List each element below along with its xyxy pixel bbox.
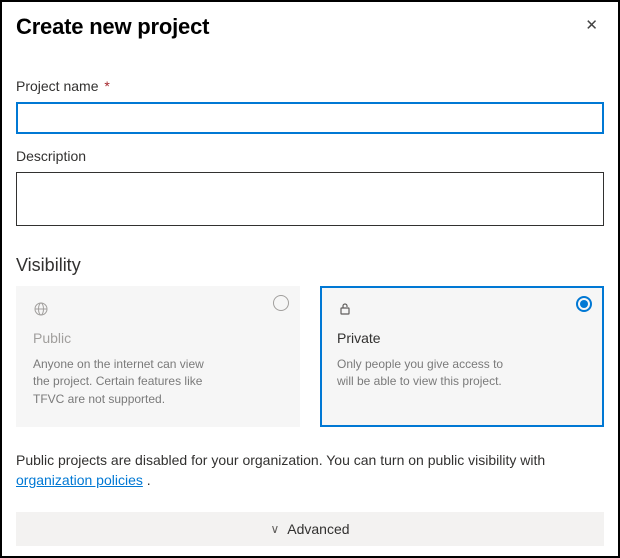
- radio-checked-icon: [576, 296, 592, 312]
- visibility-option-private[interactable]: Private Only people you give access to w…: [320, 286, 604, 427]
- required-asterisk-icon: *: [104, 78, 109, 94]
- note-suffix-text: .: [143, 472, 151, 488]
- advanced-toggle[interactable]: ∨ Advanced: [16, 512, 604, 546]
- project-name-input[interactable]: [16, 102, 604, 134]
- project-name-label: Project name *: [16, 78, 604, 94]
- lock-icon: [337, 301, 587, 320]
- private-title: Private: [337, 330, 587, 346]
- close-icon[interactable]: ✕: [579, 14, 604, 36]
- dialog-title: Create new project: [16, 14, 209, 40]
- radio-unchecked-icon: [273, 295, 289, 311]
- description-input[interactable]: [16, 172, 604, 226]
- description-label: Description: [16, 148, 604, 164]
- public-description: Anyone on the internet can view the proj…: [33, 356, 213, 408]
- project-name-label-text: Project name: [16, 78, 98, 94]
- public-title: Public: [33, 330, 283, 346]
- globe-icon: [33, 301, 283, 320]
- visibility-heading: Visibility: [16, 255, 604, 276]
- note-prefix-text: Public projects are disabled for your or…: [16, 452, 545, 468]
- visibility-options: Public Anyone on the internet can view t…: [16, 286, 604, 427]
- chevron-down-icon: ∨: [270, 522, 279, 536]
- organization-policies-link[interactable]: organization policies: [16, 472, 143, 488]
- public-disabled-note: Public projects are disabled for your or…: [16, 451, 604, 490]
- advanced-label-text: Advanced: [287, 521, 349, 537]
- visibility-option-public: Public Anyone on the internet can view t…: [16, 286, 300, 427]
- private-description: Only people you give access to will be a…: [337, 356, 517, 391]
